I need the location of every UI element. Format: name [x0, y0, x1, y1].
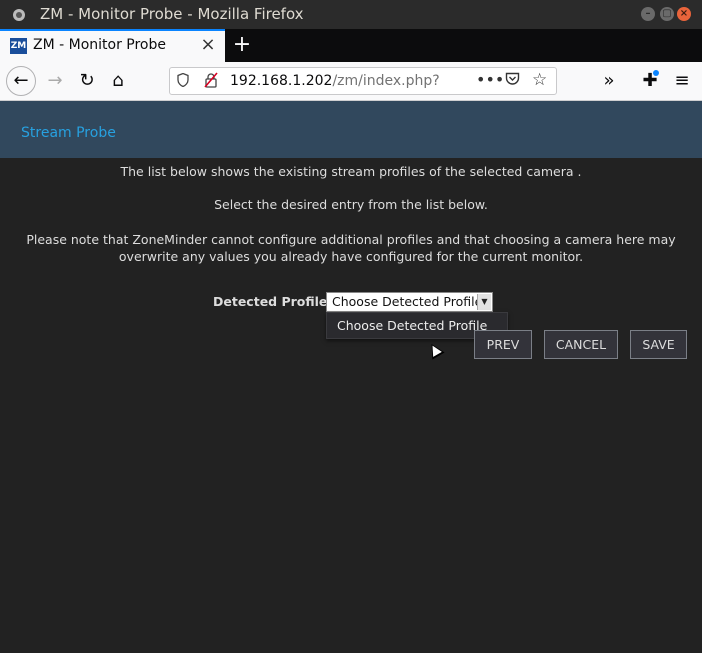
navigation-bar: ← → ↻ ⌂ 192.168.1.202/zm/index.php? ••• …	[0, 62, 702, 101]
chevron-down-icon[interactable]: ▼	[477, 294, 491, 310]
page-content: Stream Probe The list below shows the ex…	[0, 101, 702, 653]
description-text-2: Select the desired entry from the list b…	[214, 197, 488, 212]
zm-favicon-icon: ZM	[10, 38, 27, 54]
reload-button[interactable]: ↻	[72, 66, 102, 96]
url-bar[interactable]: 192.168.1.202/zm/index.php? ••• ☆	[169, 67, 557, 95]
new-tab-button[interactable]: +	[231, 30, 253, 60]
notification-dot	[653, 70, 659, 76]
hamburger-menu-icon[interactable]: ≡	[668, 66, 696, 96]
description-text-3: Please note that ZoneMinder cannot confi…	[26, 232, 676, 264]
back-button[interactable]: ←	[6, 66, 36, 96]
app-icon	[13, 9, 25, 21]
pocket-icon[interactable]	[505, 72, 520, 90]
close-window-button[interactable]: ×	[677, 7, 691, 21]
url-text[interactable]: 192.168.1.202/zm/index.php?	[230, 73, 440, 89]
page-title: Stream Probe	[21, 125, 116, 141]
tab-strip: ZM ZM - Monitor Probe × +	[0, 29, 702, 62]
prev-button[interactable]: PREV	[474, 330, 532, 359]
extensions-icon[interactable]: ✚	[636, 66, 664, 96]
page-header: Stream Probe	[0, 101, 702, 158]
insecure-lock-icon[interactable]	[203, 72, 219, 90]
tab-label: ZM - Monitor Probe	[33, 37, 166, 53]
page-actions-icon[interactable]: •••	[476, 70, 504, 89]
home-button[interactable]: ⌂	[103, 66, 133, 96]
browser-window: ZM - Monitor Probe - Mozilla Firefox – ▢…	[0, 0, 702, 653]
forward-button[interactable]: →	[40, 66, 70, 96]
maximize-button[interactable]: ▢	[660, 7, 674, 21]
select-value: Choose Detected Profile	[332, 294, 483, 309]
detected-profiles-label: Detected Profiles	[213, 294, 335, 309]
dropdown-option[interactable]: Choose Detected Profile	[337, 318, 487, 333]
window-title: ZM - Monitor Probe - Mozilla Firefox	[40, 5, 304, 23]
cancel-button[interactable]: CANCEL	[544, 330, 618, 359]
url-host: 192.168.1.202	[230, 73, 333, 89]
minimize-button[interactable]: –	[641, 7, 655, 21]
tab-close-icon[interactable]: ×	[200, 35, 216, 55]
url-path: /zm/index.php?	[332, 73, 440, 89]
bookmark-star-icon[interactable]: ☆	[532, 70, 547, 90]
description-text-1: The list below shows the existing stream…	[120, 164, 582, 179]
detected-profiles-select[interactable]: Choose Detected Profile ▼	[326, 292, 493, 312]
title-bar: ZM - Monitor Probe - Mozilla Firefox – ▢…	[0, 0, 702, 29]
shield-icon[interactable]	[176, 72, 190, 89]
overflow-menu-icon[interactable]: »	[595, 66, 623, 96]
tab-zm-monitor-probe[interactable]: ZM ZM - Monitor Probe ×	[0, 29, 225, 62]
save-button[interactable]: SAVE	[630, 330, 687, 359]
